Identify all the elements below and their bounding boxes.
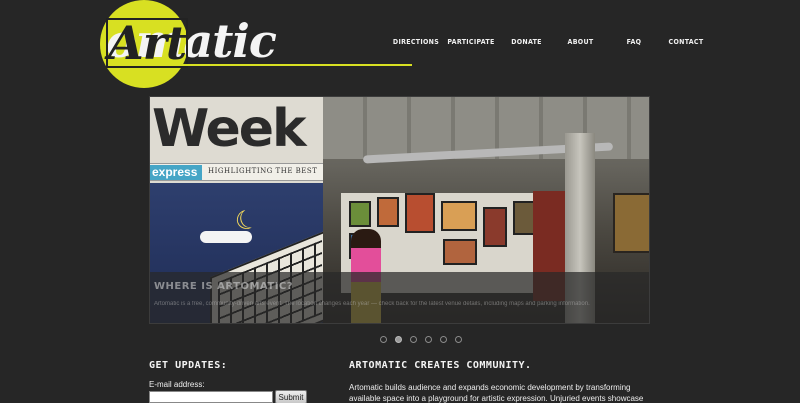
submit-button[interactable]: Submit (275, 390, 307, 403)
nav-participate[interactable]: PARTICIPATE (442, 38, 500, 46)
nav-contact[interactable]: CONTACT (660, 38, 712, 46)
artwork (443, 239, 477, 265)
updates-heading: GET UPDATES: (149, 360, 228, 371)
magazine-title: Week (152, 99, 307, 159)
artwork (349, 201, 371, 227)
artwork (441, 201, 477, 231)
slide-dot-4[interactable] (425, 336, 432, 343)
magazine-tagline: HIGHLIGHTING THE BEST (208, 167, 318, 175)
artwork (405, 193, 435, 233)
slide-caption-text: Artomatic is a free, community-driven ar… (154, 301, 590, 307)
main-nav: DIRECTIONS PARTICIPATE DONATE ABOUT FAQ … (390, 38, 712, 46)
slide-dot-2[interactable] (395, 336, 402, 343)
slide-dot-5[interactable] (440, 336, 447, 343)
email-label: E-mail address: (149, 380, 205, 389)
nav-faq[interactable]: FAQ (608, 38, 660, 46)
slide-dot-3[interactable] (410, 336, 417, 343)
logo-underline (180, 64, 412, 66)
magazine-banner: express HIGHLIGHTING THE BEST (150, 163, 323, 181)
slide-caption-title: WHERE IS ARTOMATIC? (154, 281, 294, 292)
email-field[interactable] (149, 391, 273, 403)
slide-dot-6[interactable] (455, 336, 462, 343)
community-heading: ARTOMATIC CREATES COMMUNITY. (349, 360, 532, 371)
artwork (613, 193, 649, 253)
artwork (483, 207, 507, 247)
slide-caption: WHERE IS ARTOMATIC? Artomatic is a free,… (150, 272, 649, 323)
hero-slideshow[interactable]: Week express HIGHLIGHTING THE BEST ☾ WHE… (149, 96, 650, 324)
logo[interactable]: Art omatic (100, 0, 412, 90)
logo-wordmark: Art omatic (106, 18, 277, 68)
slide-dot-1[interactable] (380, 336, 387, 343)
logo-art: Art (106, 16, 189, 70)
community-description: Artomatic builds audience and expands ec… (349, 383, 644, 403)
cloud-shape (200, 231, 252, 243)
nav-donate[interactable]: DONATE (500, 38, 553, 46)
artwork (377, 197, 399, 227)
slide-pagination (380, 336, 462, 343)
nav-directions[interactable]: DIRECTIONS (390, 38, 442, 46)
magazine-tag: express (150, 165, 202, 180)
nav-about[interactable]: ABOUT (553, 38, 608, 46)
